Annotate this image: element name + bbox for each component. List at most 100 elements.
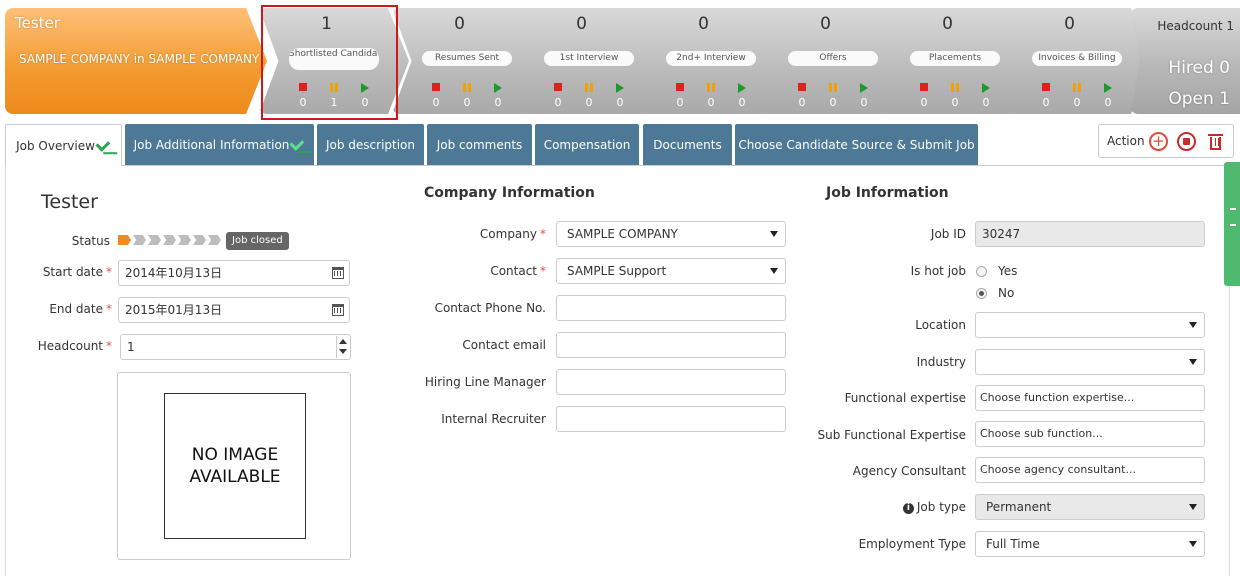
play-icon[interactable] (616, 83, 624, 93)
hot-job-label: Is hot job (910, 264, 966, 278)
contact-select[interactable]: SAMPLE Support (556, 258, 786, 284)
end-date-input[interactable]: 2015年01月13日 (118, 297, 350, 323)
calendar-icon[interactable] (332, 267, 344, 279)
job-type-select[interactable]: Permanent (975, 494, 1205, 520)
employment-type-value: Full Time (986, 537, 1040, 551)
chevron-down-icon (770, 268, 778, 274)
contact-label: Contact * (490, 264, 546, 278)
pause-icon[interactable] (829, 83, 837, 92)
stage-label: Resumes Sent (422, 51, 512, 66)
location-select[interactable] (975, 312, 1205, 338)
stage-count: 0 (942, 14, 953, 34)
stage-invoices-billing[interactable]: 0 Invoices & Billing 0 0 0 (1002, 8, 1152, 114)
stepper-arrows[interactable] (336, 336, 349, 358)
pause-icon[interactable] (585, 83, 593, 92)
active-count: 0 (616, 96, 624, 109)
check-icon (289, 135, 305, 151)
stage-count: 0 (454, 14, 465, 34)
tab-documents[interactable]: Documents (643, 124, 732, 165)
paused-count: 0 (585, 96, 593, 109)
stop-circle-icon[interactable] (1177, 132, 1196, 151)
action-label: Action (1107, 134, 1145, 148)
agency-consultant-input[interactable]: Choose agency consultant... (975, 457, 1205, 483)
stop-icon[interactable] (432, 83, 440, 91)
job-type-label: i Job type (820, 500, 966, 514)
feedback-side-tab[interactable] (1224, 162, 1240, 286)
company-select[interactable]: SAMPLE COMPANY (556, 221, 786, 247)
industry-select[interactable] (975, 349, 1205, 375)
stop-icon[interactable] (1042, 83, 1050, 91)
play-icon[interactable] (738, 83, 746, 93)
pause-icon[interactable] (463, 83, 471, 92)
stopped-count: 0 (432, 96, 440, 109)
play-icon[interactable] (982, 83, 990, 93)
industry-label: Industry (916, 355, 966, 369)
job-header-arrow[interactable]: Tester SAMPLE COMPANY in SAMPLE COMPANY (5, 8, 267, 114)
contact-value: SAMPLE Support (567, 264, 667, 278)
tab-compensation[interactable]: Compensation (535, 124, 639, 165)
functional-expertise-label: Functional expertise (844, 391, 966, 405)
stopped-count: 0 (676, 96, 684, 109)
chevron-down-icon (1189, 541, 1197, 547)
active-count: 0 (982, 96, 990, 109)
contact-email-input[interactable] (556, 332, 786, 358)
internal-recruiter-input[interactable] (556, 406, 786, 432)
company-section-title: Company Information (424, 185, 595, 201)
functional-expertise-input[interactable]: Choose function expertise... (975, 385, 1205, 411)
hiring-manager-input[interactable] (556, 369, 786, 395)
pause-icon[interactable] (951, 83, 959, 92)
calendar-icon[interactable] (332, 304, 344, 316)
pause-icon[interactable] (1073, 83, 1081, 92)
tab-choose-candidate-source[interactable]: Choose Candidate Source & Submit Job (735, 124, 978, 165)
info-icon[interactable]: i (902, 503, 914, 514)
no-image-placeholder: NO IMAGE AVAILABLE (164, 393, 306, 539)
play-icon[interactable] (494, 83, 502, 93)
hot-job-no-label: No (998, 286, 1015, 300)
play-icon[interactable] (1104, 83, 1112, 93)
functional-expertise-placeholder: Choose function expertise... (980, 391, 1135, 404)
trash-icon[interactable] (1208, 132, 1223, 151)
tab-job-description[interactable]: Job description (317, 124, 424, 165)
stop-icon[interactable] (798, 83, 806, 91)
stage-placements[interactable]: 0 Placements 0 0 0 (880, 8, 1030, 114)
tab-label: Job Additional Information (133, 138, 290, 152)
tab-job-overview[interactable]: Job Overview (5, 124, 122, 166)
job-type-value: Permanent (986, 500, 1052, 514)
agency-consultant-placeholder: Choose agency consultant... (980, 463, 1136, 476)
tab-job-comments[interactable]: Job comments (427, 124, 532, 165)
tab-label: Choose Candidate Source & Submit Job (738, 138, 975, 152)
tab-label: Job description (325, 138, 416, 152)
stage-resumes-sent[interactable]: 0 Resumes Sent 0 0 0 (392, 8, 542, 114)
paused-count: 0 (829, 96, 837, 109)
stage-1st-interview[interactable]: 0 1st Interview 0 0 0 (514, 8, 664, 114)
start-date-input[interactable]: 2014年10月13日 (118, 260, 350, 286)
active-count: 0 (860, 96, 868, 109)
employment-type-select[interactable]: Full Time (975, 531, 1205, 557)
check-icon (95, 136, 111, 152)
pause-icon[interactable] (707, 83, 715, 92)
status-label: Status (71, 234, 110, 248)
employment-type-label: Employment Type (858, 537, 966, 551)
paused-count: 0 (1073, 96, 1081, 109)
hot-job-no-radio[interactable] (976, 288, 987, 299)
contact-phone-input[interactable] (556, 295, 786, 321)
add-icon[interactable]: + (1149, 132, 1168, 151)
sub-functional-expertise-input[interactable]: Choose sub function... (975, 421, 1205, 447)
hired-count: Hired 0 (1168, 58, 1230, 78)
status-badge: Job closed (226, 232, 289, 250)
stage-2nd-interview[interactable]: 0 2nd+ Interview 0 0 0 (636, 8, 786, 114)
job-title: Tester (41, 191, 98, 213)
tab-job-additional-information[interactable]: Job Additional Information (125, 124, 314, 165)
stop-icon[interactable] (920, 83, 928, 91)
stage-count: 0 (698, 14, 709, 34)
headcount-stepper[interactable]: 1 (120, 334, 351, 360)
contact-phone-label: Contact Phone No. (434, 301, 546, 315)
tab-label: Job Overview (16, 139, 95, 153)
stop-icon[interactable] (554, 83, 562, 91)
hot-job-yes-label: Yes (998, 264, 1018, 278)
play-icon[interactable] (860, 83, 868, 93)
stage-offers[interactable]: 0 Offers 0 0 0 (758, 8, 908, 114)
hot-job-yes-radio[interactable] (976, 266, 987, 277)
stop-icon[interactable] (676, 83, 684, 91)
job-id-label: Job ID (930, 227, 966, 241)
